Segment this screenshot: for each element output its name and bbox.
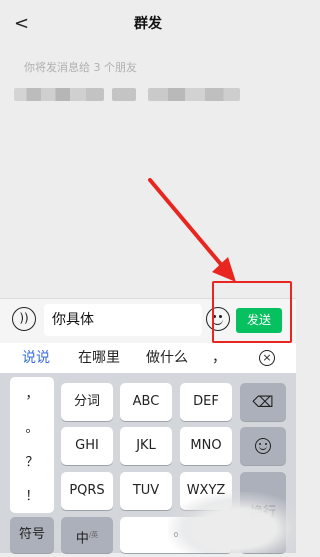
key-abc[interactable]: ABC: [120, 383, 172, 421]
key-fenci[interactable]: 分词: [61, 383, 113, 421]
candidate-word[interactable]: 在哪里: [78, 349, 120, 367]
punct-key[interactable]: 。: [10, 412, 54, 446]
language-switch-key[interactable]: 中/英: [61, 517, 113, 553]
emoji-key[interactable]: [240, 427, 286, 465]
message-input[interactable]: 你具体: [44, 304, 202, 336]
key-tuv[interactable]: TUV: [120, 472, 172, 510]
punct-key[interactable]: ，: [10, 378, 54, 412]
recipient-hint: 你将发消息给 3 个朋友: [24, 61, 137, 74]
key-pqrs[interactable]: PQRS: [61, 472, 113, 510]
blurred-recipient-name: [148, 88, 240, 101]
smile-icon: [255, 437, 271, 454]
delete-key[interactable]: ⌫: [240, 383, 286, 421]
key-def[interactable]: DEF: [180, 383, 232, 421]
key-mno[interactable]: MNO: [180, 427, 232, 465]
voice-input-icon[interactable]: )): [12, 307, 36, 331]
blurred-recipient-name: [14, 88, 104, 101]
symbol-key[interactable]: 符号: [10, 517, 54, 553]
punct-key[interactable]: ！: [10, 480, 54, 514]
blurred-recipient-name: [112, 88, 136, 101]
close-candidates-icon[interactable]: ×: [259, 350, 275, 366]
lang-label: 中: [75, 531, 89, 547]
page-title: 群发: [134, 16, 162, 32]
key-jkl[interactable]: JKL: [120, 427, 172, 465]
key-ghi[interactable]: GHI: [61, 427, 113, 465]
backspace-icon: ⌫: [252, 393, 274, 411]
lang-sup: /英: [88, 531, 99, 539]
blur-smudge: [168, 492, 296, 553]
candidate-word[interactable]: 说说: [22, 349, 50, 367]
candidate-word[interactable]: 做什么: [146, 349, 188, 367]
highlight-box: [212, 281, 292, 343]
punct-key[interactable]: ？: [10, 446, 54, 480]
candidate-word[interactable]: ，: [212, 349, 226, 367]
